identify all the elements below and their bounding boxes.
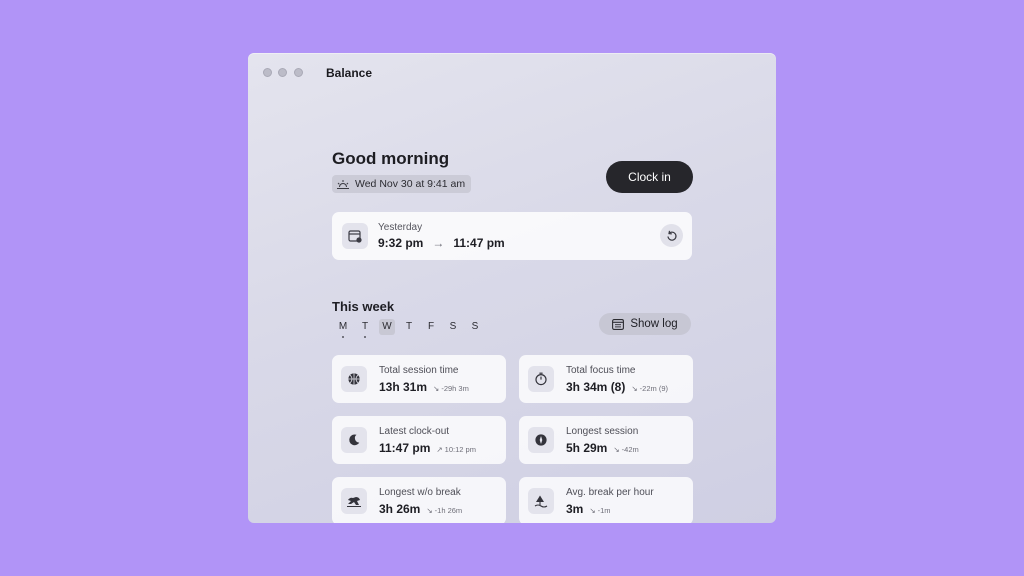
- trend-down-icon: ↘: [589, 506, 596, 515]
- stat-value: 5h 29m: [566, 441, 608, 455]
- stat-label: Longest w/o break: [379, 487, 461, 498]
- stat-value: 11:47 pm: [379, 441, 431, 455]
- yesterday-card: Yesterday 9:32 pm → 11:47 pm: [332, 212, 692, 260]
- timer-icon: [528, 366, 554, 392]
- show-log-button[interactable]: Show log: [599, 313, 691, 335]
- app-window: Balance Good morning Wed Nov 30 at 9:41 …: [248, 53, 776, 523]
- stat-delta: ↘ -1h 26m: [426, 506, 463, 515]
- activity-dot: [364, 336, 366, 338]
- stat-value: 13h 31m: [379, 380, 428, 394]
- undo-icon: [666, 230, 678, 242]
- stat-label: Avg. break per hour: [566, 487, 654, 498]
- running-icon: [341, 488, 367, 514]
- show-log-label: Show log: [630, 318, 678, 330]
- stat-value: 3m: [566, 502, 584, 516]
- date-badge: Wed Nov 30 at 9:41 am: [332, 175, 472, 193]
- yesterday-start-time: 9:32 pm: [378, 236, 424, 250]
- day-sunday[interactable]: S: [464, 319, 486, 335]
- stat-delta: ↗ 10:12 pm: [436, 445, 476, 454]
- trend-down-icon: ↘: [426, 506, 433, 515]
- date-text: Wed Nov 30 at 9:41 am: [355, 178, 466, 190]
- day-wednesday[interactable]: W: [379, 319, 395, 335]
- trend-up-icon: ↗: [436, 445, 443, 454]
- minimize-window-button[interactable]: [278, 68, 287, 77]
- stat-longest-without-break[interactable]: Longest w/o break 3h 26m ↘ -1h 26m: [332, 477, 506, 523]
- stat-delta: ↘ -29h 3m: [433, 384, 469, 393]
- basketball-icon: [341, 366, 367, 392]
- day-saturday[interactable]: S: [442, 319, 464, 335]
- day-friday[interactable]: F: [420, 319, 442, 335]
- activity-dot: [342, 336, 344, 338]
- title-bar: Balance: [248, 53, 776, 93]
- stat-total-focus-time[interactable]: Total focus time 3h 34m (8) ↘ -22m (9): [519, 355, 693, 403]
- yesterday-times: 9:32 pm → 11:47 pm: [378, 236, 505, 250]
- day-thursday[interactable]: T: [398, 319, 420, 335]
- stat-label: Longest session: [566, 426, 639, 437]
- clock-in-button[interactable]: Clock in: [606, 161, 693, 193]
- trend-down-icon: ↘: [433, 384, 440, 393]
- sunrise-icon: [336, 179, 350, 190]
- stat-total-session-time[interactable]: Total session time 13h 31m ↘ -29h 3m: [332, 355, 506, 403]
- app-title: Balance: [326, 66, 373, 80]
- compass-icon: [528, 427, 554, 453]
- trend-down-icon: ↘: [631, 384, 638, 393]
- stat-value: 3h 26m: [379, 502, 421, 516]
- zoom-window-button[interactable]: [294, 68, 303, 77]
- greeting-heading: Good morning: [332, 149, 450, 168]
- log-icon: [612, 318, 625, 330]
- arrow-right-icon: →: [432, 236, 445, 250]
- stat-value: 3h 34m (8): [566, 380, 626, 394]
- moon-icon: [341, 427, 367, 453]
- stat-avg-break-per-hour[interactable]: Avg. break per hour 3m ↘ -1m: [519, 477, 693, 523]
- calendar-icon: [342, 223, 368, 249]
- stat-latest-clock-out[interactable]: Latest clock-out 11:47 pm ↗ 10:12 pm: [332, 416, 506, 464]
- day-monday[interactable]: M: [332, 319, 354, 338]
- stat-longest-session[interactable]: Longest session 5h 29m ↘ -42m: [519, 416, 693, 464]
- yesterday-label: Yesterday: [378, 222, 423, 233]
- yesterday-end-time: 11:47 pm: [453, 236, 505, 250]
- day-tuesday[interactable]: T: [354, 319, 376, 338]
- stat-label: Total session time: [379, 365, 459, 376]
- stat-delta: ↘ -22m (9): [631, 384, 668, 393]
- close-window-button[interactable]: [263, 68, 272, 77]
- beach-icon: [528, 488, 554, 514]
- stat-delta: ↘ -1m: [589, 506, 611, 515]
- stat-label: Total focus time: [566, 365, 636, 376]
- trend-down-icon: ↘: [613, 445, 620, 454]
- stat-delta: ↘ -42m: [613, 445, 639, 454]
- stat-label: Latest clock-out: [379, 426, 450, 437]
- week-title: This week: [332, 299, 395, 314]
- weekday-strip: M T W T F S S: [332, 319, 486, 338]
- reset-button[interactable]: [660, 224, 683, 247]
